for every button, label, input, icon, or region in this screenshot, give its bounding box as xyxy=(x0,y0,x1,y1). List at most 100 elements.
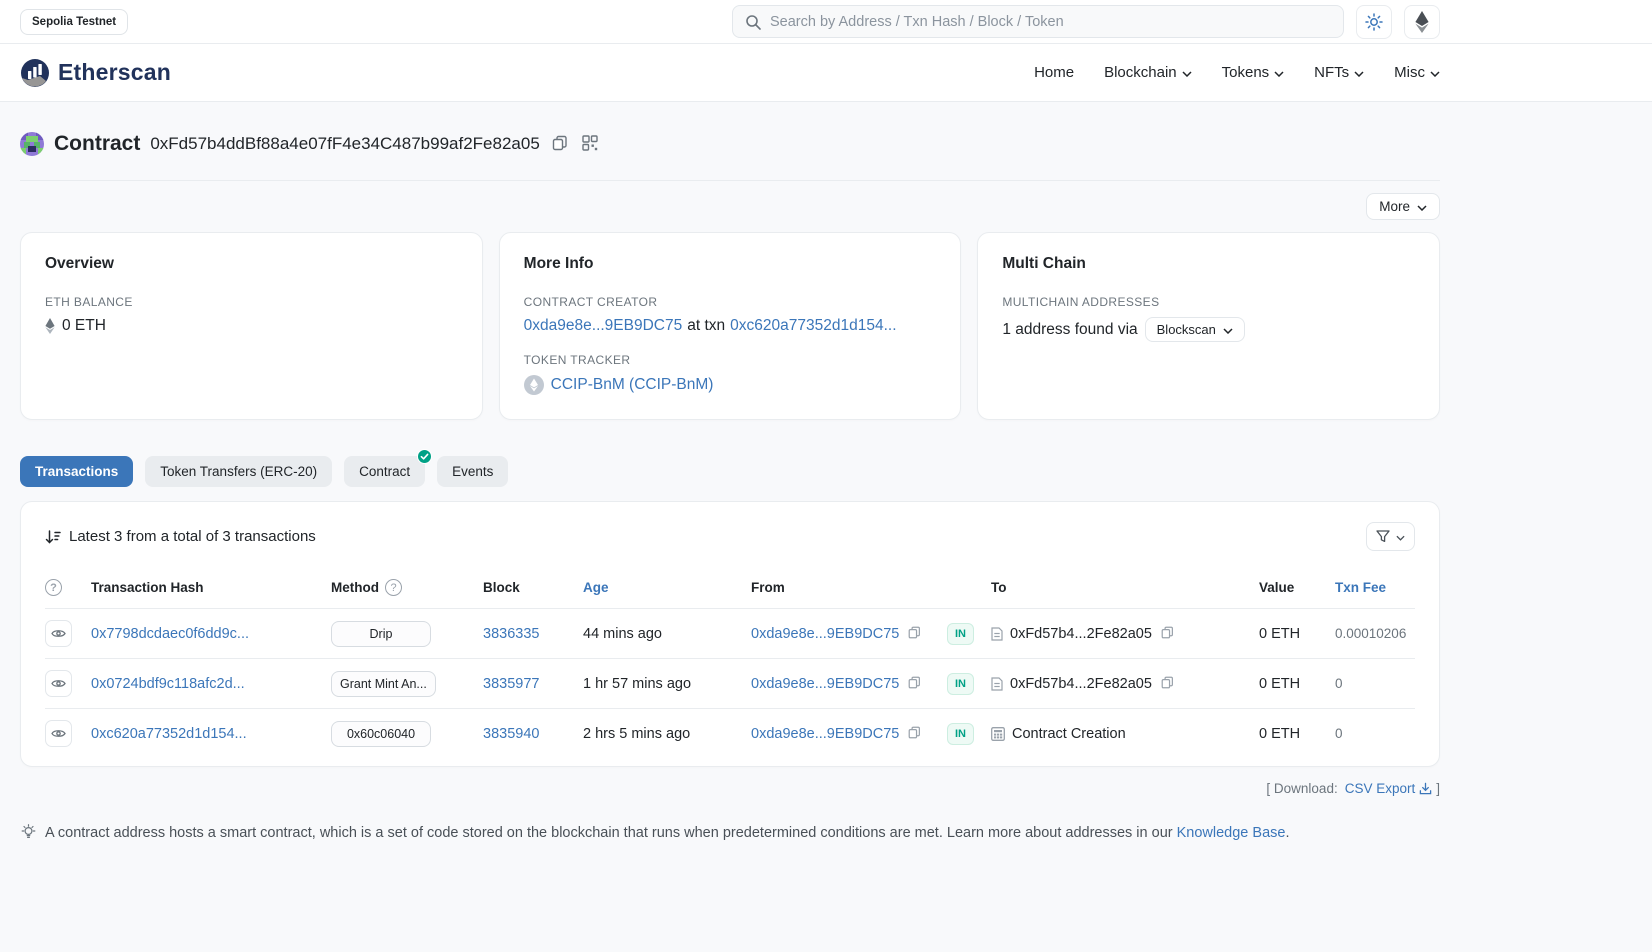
top-bar: Sepolia Testnet xyxy=(0,0,1652,44)
filter-button[interactable] xyxy=(1366,522,1415,551)
summary-cards: Overview ETH BALANCE 0 ETH More Info CON… xyxy=(20,232,1440,420)
creator-address-link[interactable]: 0xda9e8e...9EB9DC75 xyxy=(524,317,683,335)
tab-token-transfers[interactable]: Token Transfers (ERC-20) xyxy=(145,456,332,487)
tab-contract[interactable]: Contract xyxy=(344,456,425,487)
knowledge-base-link[interactable]: Knowledge Base xyxy=(1177,825,1286,841)
overview-title: Overview xyxy=(45,255,458,273)
nav-home[interactable]: Home xyxy=(1034,64,1074,81)
nav-tokens-label: Tokens xyxy=(1222,64,1270,81)
block-link[interactable]: 3835940 xyxy=(483,726,583,742)
csv-export-link[interactable]: CSV Export xyxy=(1345,781,1416,796)
more-info-card: More Info CONTRACT CREATOR 0xda9e8e...9E… xyxy=(499,232,962,420)
nav-misc[interactable]: Misc xyxy=(1394,64,1440,81)
tab-bar: Transactions Token Transfers (ERC-20) Co… xyxy=(20,456,1440,487)
etherscan-logo[interactable]: Etherscan xyxy=(20,58,171,88)
token-logo-icon xyxy=(524,375,544,395)
network-switcher-button[interactable] xyxy=(1404,5,1440,39)
contract-creator-label: CONTRACT CREATOR xyxy=(524,295,937,309)
copy-address-button[interactable] xyxy=(550,133,570,156)
tx-preview-button[interactable] xyxy=(45,720,72,747)
more-info-title: More Info xyxy=(524,255,937,273)
transactions-table-header: ? Transaction Hash Method ? Block Age Fr… xyxy=(45,569,1415,608)
creation-txn-link[interactable]: 0xc620a77352d1d154... xyxy=(730,317,896,335)
age-text: 44 mins ago xyxy=(583,626,751,642)
tx-hash-link[interactable]: 0x0724bdf9c118afc2d... xyxy=(91,676,331,692)
eye-icon xyxy=(51,728,66,739)
copy-to-button[interactable] xyxy=(1159,624,1176,644)
copy-icon xyxy=(908,626,921,642)
txn-fee-text: 0.00010206 xyxy=(1335,626,1415,641)
method-badge: Drip xyxy=(331,621,431,647)
network-badge[interactable]: Sepolia Testnet xyxy=(20,9,128,35)
eye-icon xyxy=(51,628,66,639)
question-icon[interactable]: ? xyxy=(385,579,402,596)
footer-note-text: A contract address hosts a smart contrac… xyxy=(45,825,1173,841)
divider xyxy=(20,180,1440,181)
from-address-link[interactable]: 0xda9e8e...9EB9DC75 xyxy=(751,726,899,742)
value-text: 0 ETH xyxy=(1259,676,1335,692)
sun-icon xyxy=(1365,13,1383,31)
download-suffix: ] xyxy=(1436,781,1440,796)
col-transaction-hash: Transaction Hash xyxy=(91,580,331,595)
tab-transactions[interactable]: Transactions xyxy=(20,456,133,487)
copy-to-button[interactable] xyxy=(1159,674,1176,694)
chevron-down-icon xyxy=(1274,64,1284,81)
value-text: 0 ETH xyxy=(1259,626,1335,642)
method-badge: Grant Mint An... xyxy=(331,671,436,697)
table-row: 0x7798dcdaec0f6dd9c... Drip 3836335 44 m… xyxy=(45,608,1415,658)
token-tracker-link[interactable]: CCIP-BnM (CCIP-BnM) xyxy=(551,376,714,394)
portfolio-select-label: Blockscan xyxy=(1157,322,1216,337)
eth-balance-value: 0 ETH xyxy=(62,317,106,335)
col-value: Value xyxy=(1259,580,1335,595)
copy-from-button[interactable] xyxy=(906,624,923,644)
from-address-link[interactable]: 0xda9e8e...9EB9DC75 xyxy=(751,626,899,642)
copy-icon xyxy=(908,676,921,692)
to-address[interactable]: 0xFd57b4...2Fe82a05 xyxy=(1010,676,1152,692)
multichain-title: Multi Chain xyxy=(1002,255,1415,273)
lightbulb-icon xyxy=(20,824,37,841)
document-icon xyxy=(991,677,1003,691)
sort-icon xyxy=(45,529,61,545)
search-input[interactable] xyxy=(770,14,1331,30)
block-link[interactable]: 3835977 xyxy=(483,676,583,692)
theme-toggle-button[interactable] xyxy=(1356,5,1392,39)
etherscan-logo-icon xyxy=(20,58,50,88)
copy-from-button[interactable] xyxy=(906,674,923,694)
nav-misc-label: Misc xyxy=(1394,64,1425,81)
tx-hash-link[interactable]: 0xc620a77352d1d154... xyxy=(91,726,331,742)
qrcode-button[interactable] xyxy=(580,133,600,156)
block-link[interactable]: 3836335 xyxy=(483,626,583,642)
eth-icon xyxy=(1415,11,1429,33)
question-icon[interactable]: ? xyxy=(45,579,62,596)
col-method: Method xyxy=(331,580,379,595)
search-bar[interactable] xyxy=(732,5,1344,38)
tx-preview-button[interactable] xyxy=(45,620,72,647)
token-tracker-label: TOKEN TRACKER xyxy=(524,353,937,367)
col-from: From xyxy=(751,580,947,595)
col-txn-fee-toggle[interactable]: Txn Fee xyxy=(1335,580,1415,595)
col-block: Block xyxy=(483,580,583,595)
nav-blockchain[interactable]: Blockchain xyxy=(1104,64,1192,81)
more-button-label: More xyxy=(1379,199,1410,214)
search-icon xyxy=(745,14,761,30)
tab-events[interactable]: Events xyxy=(437,456,508,487)
table-row: 0x0724bdf9c118afc2d... Grant Mint An... … xyxy=(45,658,1415,708)
download-icon[interactable] xyxy=(1419,782,1432,795)
tab-contract-label: Contract xyxy=(359,464,410,479)
creator-connector-text: at txn xyxy=(687,317,725,335)
direction-badge: IN xyxy=(947,623,974,645)
from-address-link[interactable]: 0xda9e8e...9EB9DC75 xyxy=(751,676,899,692)
download-row: [ Download: CSV Export ] xyxy=(20,781,1440,796)
txn-fee-text: 0 xyxy=(1335,676,1415,691)
nav-nfts[interactable]: NFTs xyxy=(1314,64,1364,81)
nav-tokens[interactable]: Tokens xyxy=(1222,64,1285,81)
main-nav: Home Blockchain Tokens NFTs Misc xyxy=(1034,64,1440,81)
tx-hash-link[interactable]: 0x7798dcdaec0f6dd9c... xyxy=(91,626,331,642)
chevron-down-icon xyxy=(1182,64,1192,81)
copy-from-button[interactable] xyxy=(906,724,923,744)
more-button[interactable]: More xyxy=(1366,193,1440,220)
tx-preview-button[interactable] xyxy=(45,670,72,697)
portfolio-select[interactable]: Blockscan xyxy=(1145,317,1245,342)
to-address[interactable]: 0xFd57b4...2Fe82a05 xyxy=(1010,626,1152,642)
col-age-toggle[interactable]: Age xyxy=(583,580,751,595)
